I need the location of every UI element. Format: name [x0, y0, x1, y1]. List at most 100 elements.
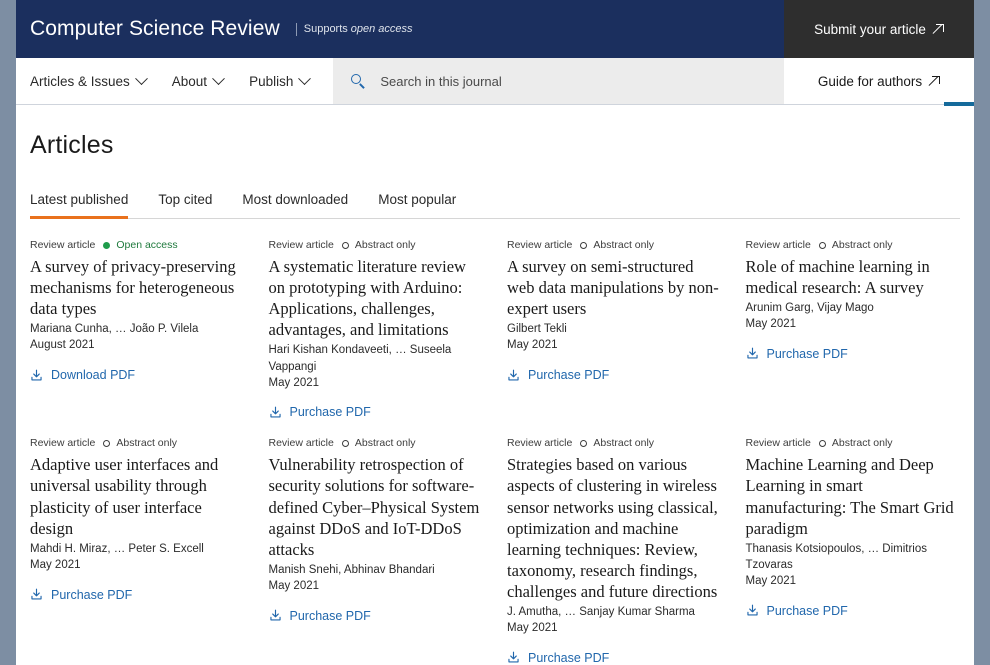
article-authors: Manish Snehi, Abhinav Bhandari	[268, 563, 435, 576]
masthead-brand: Computer Science Review Supports open ac…	[16, 0, 784, 58]
restricted-access-dot-icon	[580, 439, 588, 447]
nav-item-articles-issues[interactable]: Articles & Issues	[30, 71, 148, 89]
article-card-6: Review article Abstract only Strategies …	[507, 437, 722, 665]
masthead: Computer Science Review Supports open ac…	[16, 0, 974, 58]
article-pdf-label: Purchase PDF	[289, 608, 371, 623]
article-date: May 2021	[30, 558, 81, 571]
article-authors: Hari Kishan Kondaveeti, … Suseela Vappan…	[268, 344, 452, 373]
article-pdf-label: Purchase PDF	[51, 587, 133, 602]
article-pdf-label: Purchase PDF	[528, 368, 610, 383]
article-pdf-link[interactable]: Purchase PDF	[746, 347, 961, 361]
download-icon	[31, 588, 42, 600]
download-icon	[508, 651, 519, 663]
article-meta: Review article Abstract only	[507, 239, 722, 251]
article-pdf-link[interactable]: Purchase PDF	[507, 368, 722, 382]
restricted-access-dot-icon	[103, 439, 111, 447]
nav-item-label: Publish	[249, 73, 294, 89]
article-title[interactable]: Vulnerability retrospection of security …	[269, 454, 484, 560]
article-meta: Review article Abstract only	[269, 437, 484, 449]
article-meta: Review article Abstract only	[30, 437, 245, 449]
article-date: May 2021	[268, 376, 320, 389]
article-authors: Thanasis Kotsiopoulos, … Dimitrios Tzova…	[745, 542, 928, 571]
nav-accent-bar	[944, 102, 974, 106]
article-title[interactable]: Role of machine learning in medical rese…	[746, 256, 961, 298]
article-title[interactable]: A survey on semi-structured web data man…	[507, 256, 722, 319]
submit-article-button[interactable]: Submit your article	[784, 0, 974, 58]
article-date: May 2021	[507, 622, 558, 635]
journal-search[interactable]: Search in this journal	[333, 58, 784, 104]
article-type: Review article	[268, 437, 334, 450]
page-title: Articles	[30, 131, 114, 159]
download-icon	[269, 609, 281, 621]
journal-title: Computer Science Review	[30, 17, 280, 40]
article-type: Review article	[507, 437, 573, 450]
article-type: Review article	[30, 437, 96, 450]
article-pdf-link[interactable]: Purchase PDF	[269, 609, 484, 623]
guide-for-authors-button[interactable]: Guide for authors	[784, 58, 974, 104]
article-card-1: Review article Abstract only A systemati…	[269, 239, 484, 419]
nav-item-about[interactable]: About	[171, 71, 225, 89]
tab-top-cited[interactable]: Top cited	[158, 192, 212, 219]
main-content: Articles Latest published Top cited Most…	[16, 105, 974, 665]
access-status-label: Abstract only	[593, 437, 655, 450]
article-card-3: Review article Abstract only Role of mac…	[746, 239, 961, 361]
nav-item-label: About	[171, 73, 208, 89]
article-card-5: Review article Abstract only Vulnerabili…	[269, 437, 484, 622]
open-access-dot-icon	[103, 241, 111, 249]
download-icon	[746, 604, 758, 616]
article-authors: Mariana Cunha, … João P. Vilela	[30, 323, 199, 336]
article-pdf-link[interactable]: Purchase PDF	[269, 405, 484, 419]
divider	[295, 22, 297, 36]
restricted-access-dot-icon	[818, 439, 826, 447]
open-access-label: open access	[350, 23, 413, 35]
article-title[interactable]: A systematic literature review on protot…	[269, 256, 484, 340]
article-meta: Review article Abstract only	[746, 239, 961, 251]
article-pdf-link[interactable]: Purchase PDF	[746, 604, 961, 618]
article-authors: Gilbert Tekli	[507, 323, 567, 336]
article-card-4: Review article Abstract only Adaptive us…	[30, 437, 245, 601]
article-pdf-label: Purchase PDF	[766, 603, 848, 618]
access-status-label: Abstract only	[116, 437, 178, 450]
article-authors: Arunim Garg, Vijay Mago	[745, 302, 874, 315]
article-type: Review article	[745, 437, 811, 450]
article-meta: Review article Abstract only	[269, 239, 484, 251]
download-icon	[746, 348, 758, 359]
article-date: May 2021	[745, 574, 797, 587]
tab-most-popular[interactable]: Most popular	[378, 192, 456, 219]
article-type: Review article	[30, 239, 96, 251]
article-title[interactable]: Adaptive user interfaces and universal u…	[30, 454, 245, 538]
tab-most-downloaded[interactable]: Most downloaded	[242, 192, 348, 219]
article-meta: Review article Abstract only	[507, 437, 722, 449]
article-grid: Review article Open access A survey of p…	[30, 239, 960, 665]
submit-article-label: Submit your article	[814, 21, 926, 37]
article-date: May 2021	[745, 318, 797, 331]
access-status-label: Abstract only	[354, 239, 416, 251]
article-type: Review article	[745, 239, 811, 251]
search-icon	[351, 73, 366, 89]
access-status-label: Abstract only	[354, 437, 416, 450]
article-pdf-label: Purchase PDF	[766, 346, 848, 361]
tab-latest-published[interactable]: Latest published	[30, 192, 129, 219]
article-type: Review article	[507, 239, 573, 251]
guide-for-authors-label: Guide for authors	[817, 73, 923, 89]
article-card-2: Review article Abstract only A survey on…	[507, 239, 722, 382]
article-pdf-link[interactable]: Download PDF	[30, 368, 245, 382]
nav-item-label: Articles & Issues	[30, 73, 130, 89]
article-pdf-link[interactable]: Purchase PDF	[30, 588, 245, 602]
article-sort-tabs: Latest published Top cited Most download…	[30, 192, 960, 219]
nav-item-publish[interactable]: Publish	[249, 71, 312, 89]
article-date: May 2021	[268, 579, 320, 592]
article-pdf-link[interactable]: Purchase PDF	[507, 651, 722, 665]
article-meta: Review article Open access	[30, 239, 245, 251]
article-title[interactable]: A survey of privacy-preserving mechanism…	[30, 256, 245, 319]
article-meta: Review article Abstract only	[746, 437, 961, 449]
search-input[interactable]: Search in this journal	[380, 74, 501, 89]
article-pdf-label: Download PDF	[51, 368, 136, 383]
journal-page: Computer Science Review Supports open ac…	[16, 0, 974, 665]
article-title[interactable]: Machine Learning and Deep Learning in sm…	[746, 454, 961, 538]
article-pdf-label: Purchase PDF	[528, 650, 610, 665]
article-date: May 2021	[507, 339, 558, 352]
article-title[interactable]: Strategies based on various aspects of c…	[507, 454, 722, 602]
article-card-7: Review article Abstract only Machine Lea…	[746, 437, 961, 617]
article-authors: J. Amutha, … Sanjay Kumar Sharma	[507, 606, 695, 619]
